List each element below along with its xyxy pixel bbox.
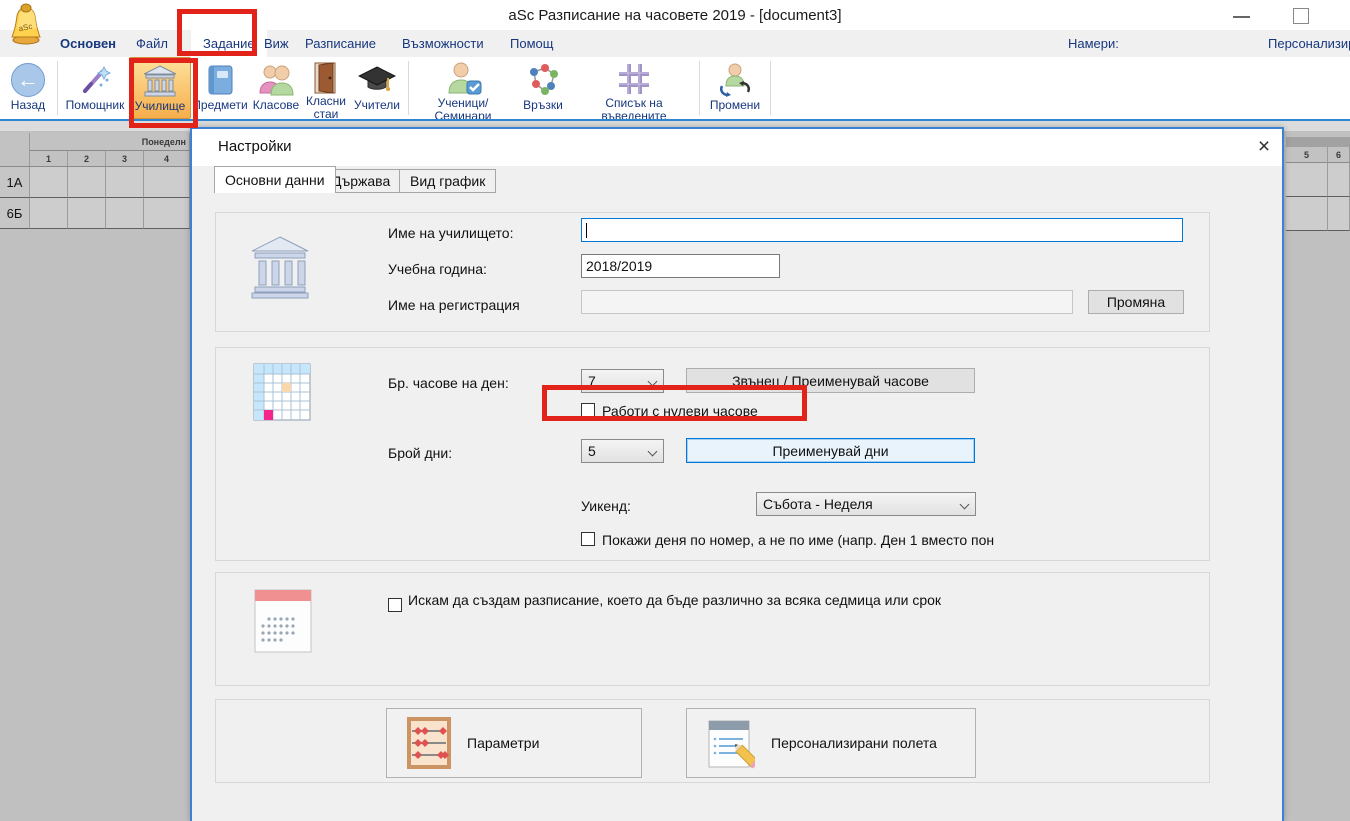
two-people-icon: [258, 61, 294, 99]
different-weeks-checkbox-label[interactable]: Искам да създам разписание, което да бъд…: [408, 591, 978, 610]
timetable-cell[interactable]: [68, 167, 106, 198]
personalize-command[interactable]: Персонализира: [1268, 36, 1350, 51]
minimize-icon[interactable]: [1233, 16, 1250, 18]
calendar-icon: [253, 588, 313, 654]
weekend-label: Уикенд:: [581, 498, 631, 514]
class-row-header[interactable]: 1А: [0, 167, 30, 198]
grid-corner-cell: [0, 133, 30, 167]
annotation-rect-school-button: [129, 58, 198, 128]
registration-label: Име на регистрация: [388, 297, 520, 313]
subjects-button[interactable]: Предмети: [191, 57, 249, 119]
asc-bell-logo-icon: aSc: [8, 2, 44, 46]
timetable-cell[interactable]: [1328, 197, 1350, 231]
person-check-icon: [443, 61, 483, 97]
toolbar-separator: [57, 61, 58, 115]
maximize-icon[interactable]: [1293, 8, 1309, 24]
graduation-cap-icon: [358, 61, 396, 99]
grid-period-header: 2: [68, 151, 106, 167]
timetable-cell[interactable]: [1328, 163, 1350, 197]
person-sync-icon: [716, 61, 754, 99]
school-name-label: Име на училището:: [388, 225, 514, 241]
change-registration-button[interactable]: Промяна: [1088, 290, 1184, 314]
timetable-cell[interactable]: [1286, 163, 1328, 197]
chevron-down-icon: [960, 500, 970, 510]
different-weeks-checkbox[interactable]: [388, 598, 402, 612]
periods-section: Бр. часове на ден: 7 Звънец / Преименува…: [215, 347, 1210, 561]
rename-days-button[interactable]: Преименувай дни: [686, 438, 975, 463]
grid-period-header: 3: [106, 151, 144, 167]
tab-schedule-type[interactable]: Вид график: [399, 169, 496, 193]
registration-input: [581, 290, 1073, 314]
school-building-icon: [248, 233, 312, 299]
hours-per-day-label: Бр. часове на ден:: [388, 375, 509, 391]
school-year-label: Учебна година:: [388, 261, 487, 277]
settings-dialog: Настройки × Основни данни Държава Вид гр…: [190, 127, 1284, 821]
toolbar-separator: [699, 61, 700, 115]
school-name-input[interactable]: [581, 218, 1183, 242]
timetable-cell[interactable]: [30, 198, 68, 229]
chevron-down-icon: [648, 447, 658, 457]
classes-button[interactable]: Класове: [249, 57, 303, 119]
toolbar-separator: [770, 61, 771, 115]
timetable-cell[interactable]: [144, 167, 190, 198]
days-count-label: Брой дни:: [388, 445, 452, 461]
school-year-input[interactable]: 2018/2019: [581, 254, 780, 278]
day-number-checkbox-label[interactable]: Покажи деня по номер, а не по име (напр.…: [602, 532, 994, 548]
grid-day-header-fragment: [1286, 137, 1350, 147]
parameters-button[interactable]: Параметри: [386, 708, 642, 778]
menu-razpisanie[interactable]: Разписание: [293, 30, 388, 57]
day-number-checkbox[interactable]: [581, 532, 595, 546]
constraints-button[interactable]: Списък на въведените ограничения: [572, 57, 696, 119]
back-button[interactable]: ← Назад: [2, 57, 54, 119]
grid-day-header: Понеделн: [30, 133, 190, 151]
school-info-section: Име на училището: Учебна година: 2018/20…: [215, 212, 1210, 332]
students-button[interactable]: Ученици/Семинари: [412, 57, 514, 119]
abacus-icon: [407, 717, 451, 769]
dialog-tabs: Основни данни Държава Вид график: [192, 166, 1282, 193]
toolbar-separator: [408, 61, 409, 115]
teachers-button[interactable]: Учители: [349, 57, 405, 119]
door-icon: [311, 61, 341, 95]
menu-osnoven[interactable]: Основен: [48, 30, 128, 57]
dialog-title: Настройки: [218, 138, 292, 155]
book-icon: [205, 61, 235, 99]
toolbar: ← Назад Помощник: [0, 57, 1350, 119]
annotation-rect-zero-periods: [542, 385, 807, 421]
grid-period-header: 6: [1328, 147, 1350, 163]
days-count-select[interactable]: 5: [581, 439, 664, 463]
magic-wand-icon: [78, 61, 112, 99]
grid-period-header: 1: [30, 151, 68, 167]
find-label: Намери:: [1068, 36, 1119, 51]
links-button[interactable]: Връзки: [514, 57, 572, 119]
back-icon: ←: [11, 61, 45, 99]
classrooms-button[interactable]: Класни стаи: [303, 57, 349, 119]
menu-fail[interactable]: Файл: [124, 30, 180, 57]
class-row-header[interactable]: 6Б: [0, 198, 30, 229]
weeks-section: Искам да създам разписание, което да бъд…: [215, 572, 1210, 686]
timetable-cell[interactable]: [30, 167, 68, 198]
dialog-title-bar: Настройки ×: [192, 129, 1282, 166]
annotation-rect-menu-zadanie: [177, 9, 257, 56]
changes-button[interactable]: Промени: [703, 57, 767, 119]
mini-timetable-icon: [253, 363, 311, 421]
close-icon[interactable]: ×: [1250, 133, 1278, 161]
timetable-cell[interactable]: [144, 198, 190, 229]
grid-period-header: 5: [1286, 147, 1328, 163]
timetable-cell[interactable]: [68, 198, 106, 229]
weekend-select[interactable]: Събота - Неделя: [756, 492, 976, 516]
grid-hash-icon: [616, 61, 652, 97]
timetable-cell[interactable]: [1286, 197, 1328, 231]
molecule-icon: [523, 61, 563, 99]
timetable-cell[interactable]: [106, 198, 144, 229]
notepad-pencil-icon: [707, 717, 755, 769]
timetable-cell[interactable]: [106, 167, 144, 198]
custom-fields-button[interactable]: Персонализирани полета: [686, 708, 976, 778]
grid-period-header: 4: [144, 151, 190, 167]
tab-basic-data[interactable]: Основни данни: [214, 166, 336, 193]
menu-vazmojnosti[interactable]: Възможности: [390, 30, 496, 57]
extra-buttons-section: Параметри Персонализирани полета: [215, 699, 1210, 783]
menu-pomosht[interactable]: Помощ: [498, 30, 565, 57]
text-caret: [586, 223, 587, 238]
assistant-button[interactable]: Помощник: [61, 57, 129, 119]
